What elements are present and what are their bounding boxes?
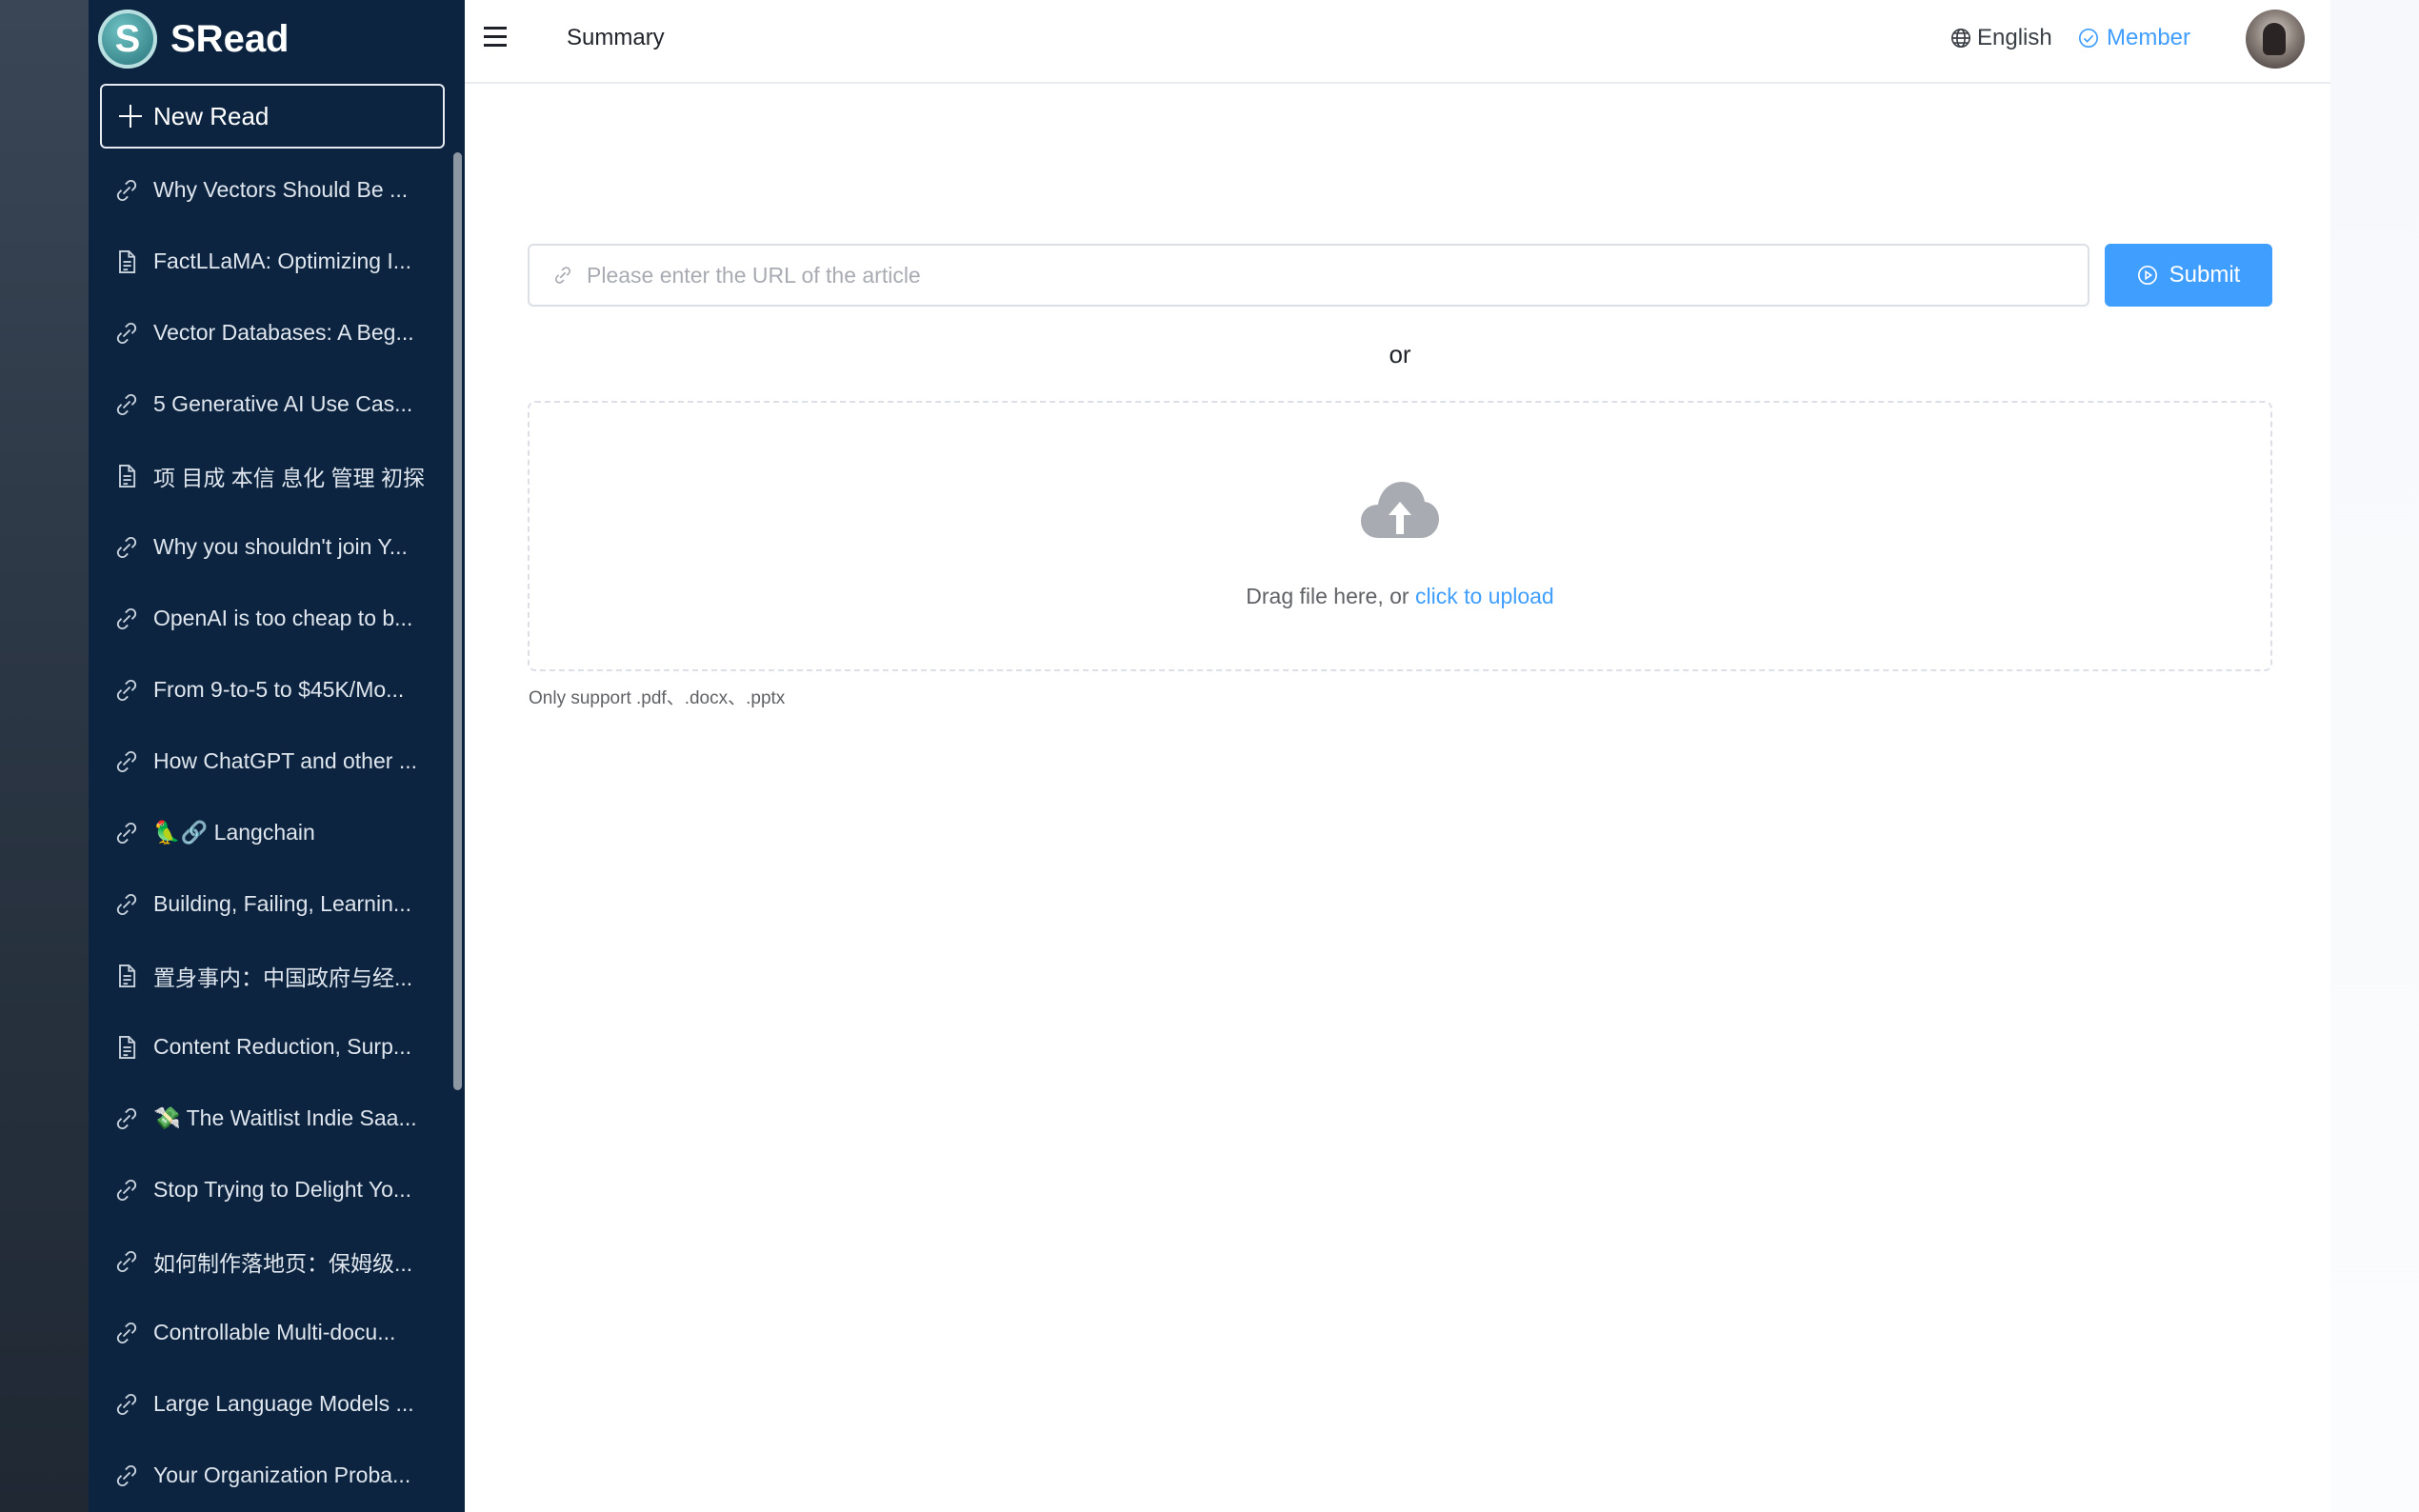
link-icon bbox=[113, 1105, 140, 1132]
desktop-right-edge bbox=[2330, 0, 2419, 1512]
url-input-box[interactable] bbox=[528, 244, 2089, 307]
sidebar-read-item-label: Why you shouldn't join Y... bbox=[153, 534, 408, 559]
link-icon bbox=[113, 320, 140, 347]
new-read-button[interactable]: New Read bbox=[100, 84, 445, 149]
sidebar-read-item[interactable]: How ChatGPT and other ... bbox=[89, 726, 450, 797]
sidebar-read-item[interactable]: Content Reduction, Surp... bbox=[89, 1011, 450, 1083]
sidebar-read-item[interactable]: 置身事内：中国政府与经... bbox=[89, 940, 450, 1011]
sidebar-read-item[interactable]: Vector Databases: A Beg... bbox=[89, 297, 450, 368]
sidebar-scrollbar[interactable] bbox=[453, 152, 462, 1090]
sidebar-read-item[interactable]: 如何制作落地页：保姆级... bbox=[89, 1225, 450, 1297]
sidebar-read-item[interactable]: Why you shouldn't join Y... bbox=[89, 511, 450, 583]
sidebar-read-item[interactable]: From 9-to-5 to $45K/Mo... bbox=[89, 654, 450, 726]
link-icon bbox=[113, 1391, 140, 1418]
link-icon bbox=[554, 267, 571, 284]
submit-button[interactable]: Submit bbox=[2105, 244, 2272, 307]
sidebar-read-item[interactable]: 🦜🔗 Langchain bbox=[89, 797, 450, 868]
language-label: English bbox=[1977, 25, 2052, 50]
sidebar-read-item-label: 5 Generative AI Use Cas... bbox=[153, 391, 413, 416]
sidebar-read-item[interactable]: 项 目成 本信 息化 管理 初探 bbox=[89, 440, 450, 511]
dropzone-text: Drag file here, or click to upload bbox=[530, 584, 2270, 609]
check-circle-icon bbox=[2079, 29, 2098, 48]
document-icon bbox=[113, 463, 140, 489]
click-to-upload-link[interactable]: click to upload bbox=[1415, 584, 1554, 608]
link-icon bbox=[113, 391, 140, 418]
submit-label: Submit bbox=[2169, 262, 2241, 288]
or-divider-text: or bbox=[1389, 340, 1411, 368]
sidebar-read-item-label: Large Language Models ... bbox=[153, 1391, 414, 1416]
sidebar-read-item-label: Stop Trying to Delight Yo... bbox=[153, 1177, 412, 1202]
link-icon bbox=[113, 1462, 140, 1489]
sidebar-read-item-label: FactLLaMA: Optimizing I... bbox=[153, 249, 411, 273]
link-icon bbox=[113, 1320, 140, 1346]
sidebar-read-item-label: How ChatGPT and other ... bbox=[153, 748, 417, 773]
sidebar: S SRead New Read Why Vectors Should Be .… bbox=[89, 0, 465, 1512]
upload-cloud-icon bbox=[1361, 482, 1439, 538]
new-read-label: New Read bbox=[153, 101, 270, 130]
link-icon bbox=[113, 534, 140, 561]
document-icon bbox=[113, 963, 140, 989]
supported-formats-hint: Only support .pdf、.docx、.pptx bbox=[529, 688, 786, 708]
link-icon bbox=[113, 606, 140, 632]
sidebar-read-item-label: Content Reduction, Surp... bbox=[153, 1034, 412, 1059]
sidebar-read-item[interactable]: Stop Trying to Delight Yo... bbox=[89, 1154, 450, 1225]
drop-instruction: Drag file here, or bbox=[1246, 584, 1415, 608]
brand[interactable]: S SRead bbox=[98, 10, 290, 69]
page-title: Summary bbox=[567, 25, 665, 50]
sidebar-read-item[interactable]: FactLLaMA: Optimizing I... bbox=[89, 226, 450, 297]
sidebar-read-item-label: 🦜🔗 Langchain bbox=[153, 820, 315, 845]
sidebar-read-item-label: Why Vectors Should Be ... bbox=[153, 177, 409, 202]
language-switcher[interactable]: English bbox=[1950, 25, 2052, 51]
plus-icon bbox=[119, 105, 142, 128]
sread-logo-icon: S bbox=[98, 10, 157, 69]
link-icon bbox=[113, 748, 140, 775]
sidebar-read-item-label: 置身事内：中国政府与经... bbox=[153, 965, 413, 990]
top-header: Summary English Member bbox=[465, 0, 2330, 84]
sidebar-read-item-label: 💸 The Waitlist Indie Saa... bbox=[153, 1105, 417, 1130]
link-icon bbox=[113, 677, 140, 704]
read-history-list: Why Vectors Should Be ... FactLLaMA: Opti… bbox=[89, 154, 450, 1511]
sidebar-read-item-label: 如何制作落地页：保姆级... bbox=[153, 1250, 413, 1276]
file-upload-dropzone[interactable]: Drag file here, or click to upload bbox=[528, 401, 2272, 671]
link-icon bbox=[113, 1248, 140, 1275]
globe-icon bbox=[1951, 29, 1970, 48]
sidebar-read-item-label: Building, Failing, Learnin... bbox=[153, 891, 412, 916]
sidebar-read-item-label: Vector Databases: A Beg... bbox=[153, 320, 414, 345]
document-icon bbox=[113, 249, 140, 275]
sidebar-read-item-label: OpenAI is too cheap to b... bbox=[153, 606, 413, 630]
sidebar-read-item[interactable]: Building, Failing, Learnin... bbox=[89, 868, 450, 940]
sidebar-read-item-label: Controllable Multi-docu... bbox=[153, 1320, 396, 1344]
sidebar-read-item[interactable]: 💸 The Waitlist Indie Saa... bbox=[89, 1083, 450, 1154]
link-icon bbox=[113, 177, 140, 204]
sidebar-read-item-label: From 9-to-5 to $45K/Mo... bbox=[153, 677, 405, 702]
document-icon bbox=[113, 1034, 140, 1061]
sidebar-read-item[interactable]: Large Language Models ... bbox=[89, 1368, 450, 1440]
sidebar-read-item[interactable]: Why Vectors Should Be ... bbox=[89, 154, 450, 226]
sidebar-read-item-label: Your Organization Proba... bbox=[153, 1462, 411, 1487]
link-icon bbox=[113, 1177, 140, 1204]
sidebar-read-item[interactable]: OpenAI is too cheap to b... bbox=[89, 583, 450, 654]
sidebar-read-item[interactable]: Controllable Multi-docu... bbox=[89, 1297, 450, 1368]
play-circle-icon bbox=[2137, 266, 2157, 285]
link-icon bbox=[113, 891, 140, 918]
member-label: Member bbox=[2107, 25, 2191, 50]
member-link[interactable]: Member bbox=[2078, 25, 2190, 51]
sidebar-read-item-label: 项 目成 本信 息化 管理 初探 bbox=[153, 465, 425, 490]
desktop-left-edge bbox=[0, 0, 89, 1512]
menu-toggle-icon[interactable] bbox=[484, 27, 507, 48]
user-avatar[interactable] bbox=[2246, 10, 2305, 69]
app-name: SRead bbox=[170, 17, 290, 60]
sidebar-read-item[interactable]: 5 Generative AI Use Cas... bbox=[89, 368, 450, 440]
link-icon bbox=[113, 820, 140, 846]
sidebar-read-item[interactable]: Your Organization Proba... bbox=[89, 1440, 450, 1511]
url-input[interactable] bbox=[585, 261, 2074, 289]
